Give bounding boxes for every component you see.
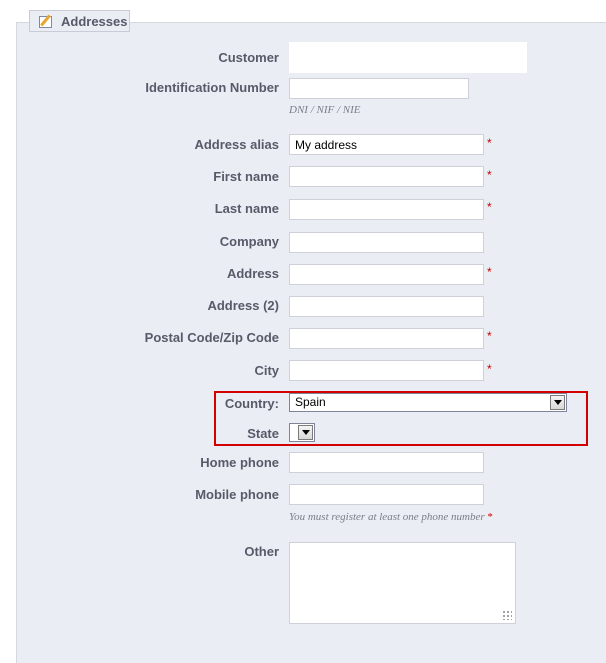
postcode-field[interactable]: [289, 328, 484, 349]
home-phone-field[interactable]: [289, 452, 484, 473]
lastname-required-mark: *: [487, 200, 492, 214]
identification-label: Identification Number: [145, 80, 279, 95]
resize-grip-icon[interactable]: [502, 610, 512, 620]
home-phone-label: Home phone: [200, 455, 279, 470]
mobile-phone-field[interactable]: [289, 484, 484, 505]
phone-hint: You must register at least one phone num…: [289, 511, 493, 523]
address-label: Address: [226, 266, 279, 281]
city-label: City: [254, 363, 279, 378]
company-field[interactable]: [289, 232, 484, 253]
mobile-phone-label: Mobile phone: [195, 487, 279, 502]
address-field[interactable]: [289, 264, 484, 285]
firstname-label: First name: [213, 169, 279, 184]
address-required-mark: *: [487, 265, 492, 279]
state-label: State: [247, 426, 279, 441]
edit-icon: [38, 14, 54, 28]
country-select-value: Spain: [295, 395, 326, 409]
customer-field[interactable]: [289, 42, 527, 73]
city-required-mark: *: [487, 362, 492, 376]
section-title: Addresses: [61, 13, 128, 29]
firstname-required-mark: *: [487, 168, 492, 182]
state-select[interactable]: [289, 423, 315, 442]
identification-field[interactable]: [289, 78, 469, 99]
other-textarea[interactable]: [289, 542, 516, 624]
phone-hint-text: You must register at least one phone num…: [289, 511, 485, 523]
alias-required-mark: *: [487, 136, 492, 150]
lastname-field[interactable]: [289, 199, 484, 220]
alias-field[interactable]: [289, 134, 484, 155]
postcode-required-mark: *: [487, 329, 492, 343]
postcode-label: Postal Code/Zip Code: [144, 330, 279, 345]
country-select[interactable]: Spain: [289, 393, 567, 412]
company-label: Company: [219, 234, 279, 249]
alias-label: Address alias: [194, 137, 279, 152]
firstname-field[interactable]: [289, 166, 484, 187]
identification-hint: DNI / NIF / NIE: [289, 104, 361, 116]
country-label: Country:: [224, 396, 279, 411]
phone-required-mark: *: [487, 511, 493, 523]
chevron-down-icon[interactable]: [550, 395, 565, 410]
city-field[interactable]: [289, 360, 484, 381]
address2-field[interactable]: [289, 296, 484, 317]
other-label: Other: [244, 544, 279, 559]
address2-label: Address (2): [207, 298, 279, 313]
lastname-label: Last name: [214, 201, 279, 216]
section-legend: Addresses: [29, 10, 130, 32]
chevron-down-icon[interactable]: [298, 425, 313, 440]
customer-label: Customer: [218, 50, 279, 65]
